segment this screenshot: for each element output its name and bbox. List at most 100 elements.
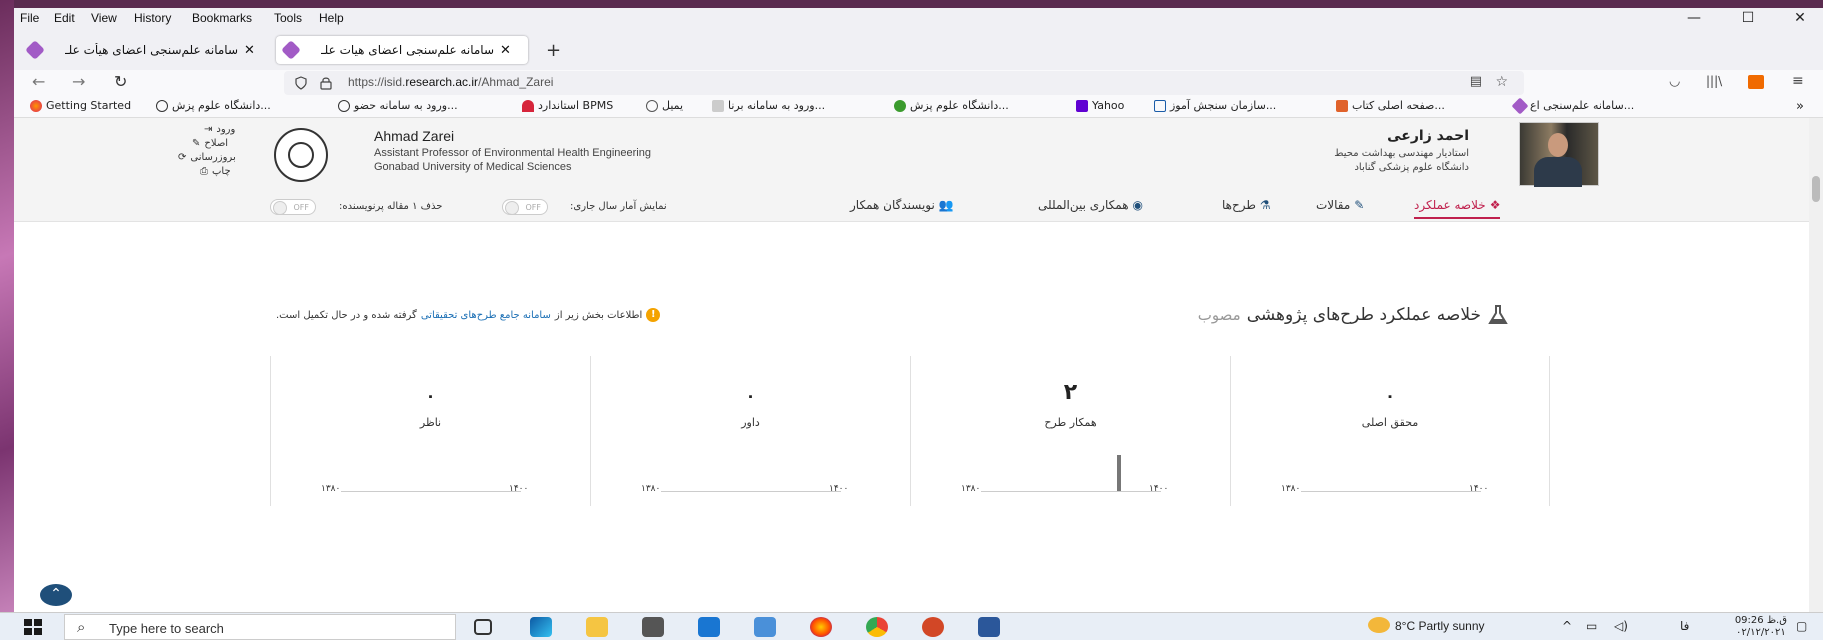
printer-icon: ⎙ [200,166,208,177]
mail-app-icon[interactable] [698,617,720,637]
bookmark-6[interactable]: ورود به سامانه برنا... [712,99,825,112]
current-year-toggle[interactable]: OFF [502,199,548,215]
remove-toggle[interactable]: OFF [270,199,316,215]
bookmark-star-icon[interactable]: ☆ [1495,74,1508,90]
page-tabs-row: OFF حذف ۱ مقاله پرنویسنده: OFF نمایش آما… [14,192,1809,222]
tab-2-active[interactable]: سامانه علم‌سنجی اعضای هیات علـ ✕ [276,36,528,64]
logo-emblem [288,142,314,168]
sparkline-axis [981,491,1161,492]
browser-window: File Edit View History Bookmarks Tools H… [14,8,1823,612]
shield-icon[interactable] [294,76,308,90]
tab-bar: سامانه علم‌سنجی اعضای هیأت علـ ✕ سامانه … [14,32,1823,70]
menu-bookmarks[interactable]: Bookmarks [192,11,252,25]
bookmark-11[interactable]: سامانه علم‌سنجی اع... [1511,97,1634,114]
menu-edit[interactable]: Edit [54,11,75,25]
taskbar-search-input[interactable]: ⌕ Type here to search [64,614,456,640]
bookmark-10[interactable]: صفحه اصلی کتاب... [1336,99,1445,112]
edge-icon[interactable] [530,617,552,637]
minimize-icon[interactable]: — [1684,10,1704,26]
grid-icon [1154,99,1166,112]
login-link[interactable]: ورود ⇥ [204,124,235,135]
forward-icon[interactable]: → [72,72,85,91]
tab-articles[interactable]: ✎ مقالات [1316,198,1364,212]
windows-start-icon[interactable] [24,619,42,635]
desktop-app-icon[interactable] [754,617,776,637]
close-window-icon[interactable]: ✕ [1790,10,1810,26]
book-icon [1336,99,1348,112]
avatar [1519,122,1599,187]
bookmark-5[interactable]: یمیل [646,99,683,112]
firefox-taskbar-icon[interactable] [810,617,832,637]
bookmarks-overflow-icon[interactable]: » [1796,99,1804,114]
sparkline-bar [1117,455,1121,491]
scroll-to-top-button[interactable]: ⌃ [40,584,72,606]
bookmark-2[interactable]: دانشگاه علوم پزش... [156,99,271,112]
back-icon[interactable]: ← [32,72,45,91]
menu-help[interactable]: Help [319,11,344,25]
tab-close-icon[interactable]: ✕ [244,43,255,58]
reload-icon[interactable]: ↻ [114,72,127,91]
desktop-background-top [0,0,1823,8]
language-indicator[interactable]: فا [1680,619,1689,633]
word-icon[interactable] [978,617,1000,637]
update-link[interactable]: بروزرسانی ⟳ [178,152,236,163]
menu-tools[interactable]: Tools [274,11,302,25]
menu-bar: File Edit View History Bookmarks Tools H… [14,8,1823,32]
url-text[interactable]: https://isid.research.ac.ir/Ahmad_Zarei [348,75,553,89]
store-icon[interactable] [642,617,664,637]
library-icon[interactable]: |||\ [1706,74,1722,88]
bookmark-getting-started[interactable]: Getting Started [30,99,131,112]
tab-close-icon[interactable]: ✕ [500,43,511,58]
tab-international[interactable]: ◉ همکاری بین‌المللی [1038,198,1143,212]
tray-chevron-icon[interactable]: ^ [1562,619,1572,633]
globe-icon [338,99,350,112]
bookmark-7[interactable]: دانشگاه علوم پزش... [894,99,1009,112]
network-icon[interactable]: ▭ [1586,619,1597,633]
stat-label: داور [741,416,760,429]
bookmark-4[interactable]: استاندارد BPMS [522,99,613,112]
powerpoint-icon[interactable] [922,617,944,637]
stat-label: ناظر [419,416,442,429]
tab-projects[interactable]: ⚗ طرح‌ها [1222,198,1271,212]
volume-icon[interactable]: ◁) [1614,619,1628,633]
menu-file[interactable]: File [20,11,39,25]
tab-1[interactable]: سامانه علم‌سنجی اعضای هیأت علـ ✕ [20,36,270,64]
url-bar[interactable]: https://isid.research.ac.ir/Ahmad_Zarei … [284,71,1524,95]
en-title: Assistant Professor of Environmental Hea… [374,147,651,159]
info-notice: ! اطلاعات بخش زیر از سامانه جامع طرح‌های… [276,308,661,322]
page-scrollbar[interactable] [1809,118,1823,612]
stat-label: همکار طرح [1044,416,1097,429]
menu-history[interactable]: History [134,11,171,25]
extension-icon[interactable] [1748,75,1764,89]
weather-text[interactable]: 8°C Partly sunny [1395,619,1485,633]
new-tab-button[interactable]: + [546,40,561,61]
task-view-icon[interactable] [474,619,492,635]
pocket-icon[interactable]: ◡ [1669,74,1680,89]
file-explorer-icon[interactable] [586,617,608,637]
reader-view-icon[interactable]: ▤ [1470,74,1482,89]
hamburger-menu-icon[interactable]: ≡ [1792,73,1804,89]
weather-icon [1368,617,1390,633]
edit-link[interactable]: اصلاح ✎ [192,138,228,149]
mail-icon [646,99,658,112]
projects-system-link[interactable]: سامانه جامع طرح‌های تحقیقاتی [421,310,551,321]
bpms-icon [522,99,534,112]
menu-view[interactable]: View [91,11,117,25]
sparkline-axis [1301,491,1481,492]
taskbar: ⌕ Type here to search 8°C Partly sunny ^… [0,612,1823,640]
taskbar-clock[interactable]: 09:26 ق.ظ ۰۲/۱۲/۲۰۲۱ [1735,615,1787,639]
site-favicon-icon [1511,97,1529,114]
bookmark-9[interactable]: سازمان سنجش آموز... [1154,99,1276,112]
print-link[interactable]: چاپ ⎙ [200,166,231,177]
maximize-icon[interactable]: ☐ [1738,10,1758,26]
notifications-icon[interactable]: ▢ [1796,619,1807,633]
bookmark-3[interactable]: ورود به سامانه حضو... [338,99,458,112]
chrome-icon[interactable] [866,617,888,637]
avatar-body [1534,157,1582,187]
tab-summary[interactable]: ❖ خلاصه عملکرد [1414,198,1501,219]
tick-end: ۱۴۰۰ [1149,484,1169,494]
bookmark-yahoo[interactable]: Yahoo [1076,99,1124,112]
scrollbar-thumb[interactable] [1812,176,1820,202]
lock-icon[interactable] [320,76,332,90]
tab-coauthors[interactable]: 👥 نویسندگان همکار [850,198,954,212]
